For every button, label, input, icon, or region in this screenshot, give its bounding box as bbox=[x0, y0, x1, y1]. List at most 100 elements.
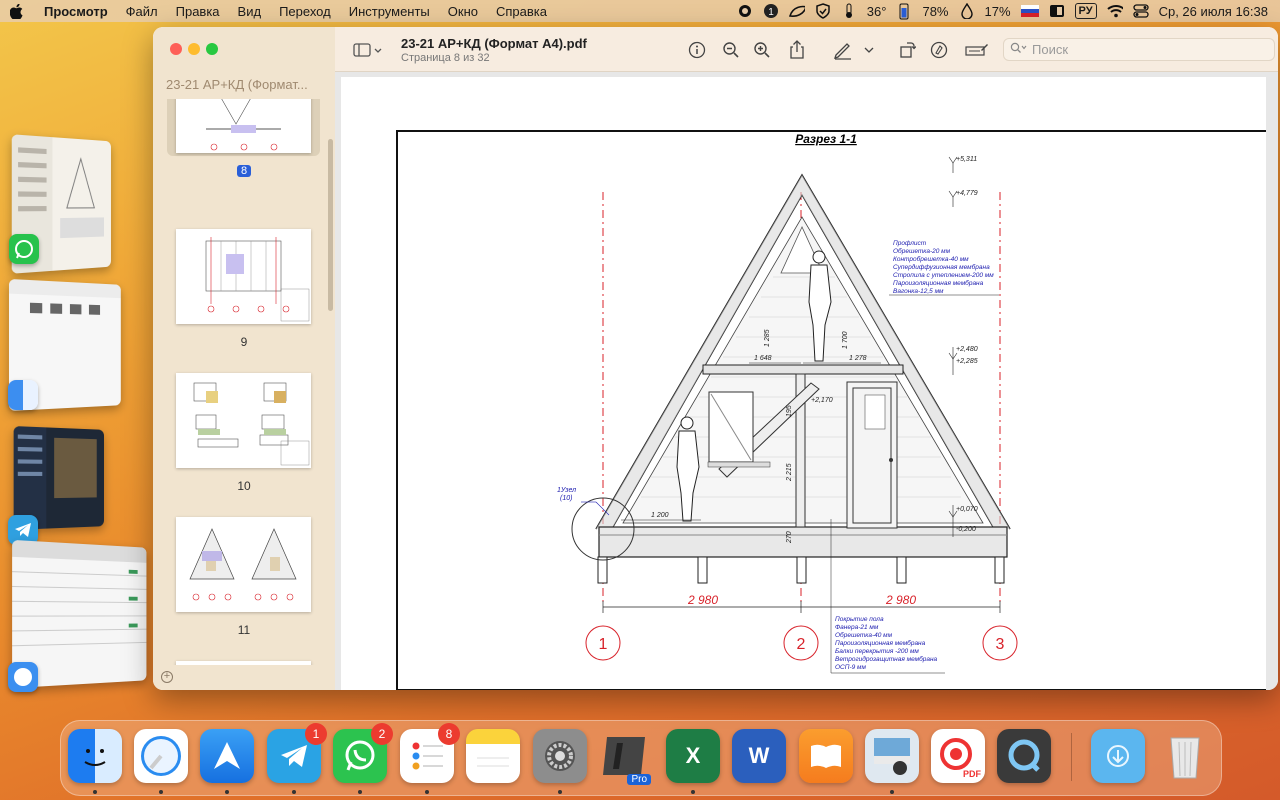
dock-books-icon[interactable] bbox=[799, 729, 853, 783]
search-field[interactable]: Поиск bbox=[1003, 38, 1275, 61]
close-button[interactable] bbox=[170, 43, 182, 55]
search-icon bbox=[1010, 42, 1028, 57]
record-icon[interactable] bbox=[737, 3, 753, 19]
menu-go[interactable]: Переход bbox=[279, 4, 331, 19]
whatsapp-badge: 2 bbox=[371, 723, 393, 745]
wifi-icon[interactable] bbox=[1106, 3, 1123, 19]
shield-icon[interactable] bbox=[815, 3, 831, 19]
drawing-title: Разрез 1-1 bbox=[795, 132, 857, 146]
level-2285: +2,285 bbox=[956, 358, 978, 365]
zoom-out-icon[interactable] bbox=[721, 40, 741, 60]
dock-safari-icon[interactable] bbox=[134, 729, 188, 783]
info-icon[interactable] bbox=[687, 40, 707, 60]
svg-text:Пароизоляционная мембрана: Пароизоляционная мембрана bbox=[893, 279, 984, 287]
markup-pen-icon[interactable] bbox=[833, 40, 853, 60]
stage-finder-icon[interactable] bbox=[8, 380, 38, 410]
humidity-text: 17% bbox=[984, 3, 1011, 19]
level-0200: -0,200 bbox=[956, 526, 976, 533]
share-icon[interactable] bbox=[787, 40, 807, 60]
dock-excel-icon[interactable]: X bbox=[666, 729, 720, 783]
thumbnail-page-10[interactable] bbox=[176, 373, 311, 468]
window-tiling-icon[interactable] bbox=[1049, 3, 1065, 19]
menu-tools[interactable]: Инструменты bbox=[349, 4, 430, 19]
svg-text:Контробрешетка-40 мм: Контробрешетка-40 мм bbox=[893, 255, 969, 263]
dock-pdf-expert-icon[interactable]: PDF bbox=[931, 729, 985, 783]
control-center-icon[interactable] bbox=[1132, 3, 1149, 19]
sidebar-toggle-icon[interactable] bbox=[353, 40, 383, 60]
thumbnail-list[interactable]: 8 9 10 11 bbox=[153, 99, 335, 665]
battery-icon[interactable] bbox=[896, 3, 912, 20]
dock-telegram-icon[interactable]: 1 bbox=[267, 723, 327, 783]
dock-quicktime-icon[interactable] bbox=[997, 729, 1051, 783]
dock-parallels-icon[interactable]: Pro bbox=[599, 729, 653, 785]
thumbnail-page-12[interactable] bbox=[176, 661, 311, 665]
preview-window: 23-21 АР+КД (Формат... 8 9 10 11 + 23-21… bbox=[153, 27, 1278, 690]
sidebar-title: 23-21 АР+КД (Формат... bbox=[166, 77, 308, 92]
svg-text:ОСП-9 мм: ОСП-9 мм bbox=[835, 664, 867, 671]
dock-reminders-icon[interactable]: 8 bbox=[400, 723, 460, 783]
thumbnail-page-8[interactable] bbox=[176, 99, 311, 153]
humidity-icon bbox=[959, 3, 975, 19]
dock-system-settings-icon[interactable] bbox=[533, 729, 587, 783]
menu-view[interactable]: Вид bbox=[238, 4, 262, 19]
stage-safari-icon[interactable] bbox=[8, 662, 38, 692]
dim-1700: 1 700 bbox=[842, 331, 849, 349]
svg-text:Стропила с утеплением-200 мм: Стропила с утеплением-200 мм bbox=[893, 272, 994, 279]
menu-window[interactable]: Окно bbox=[448, 4, 478, 19]
input-source-indicator[interactable]: РУ bbox=[1074, 3, 1097, 19]
toolbar: 23-21 АР+КД (Формат А4).pdf Страница 8 и… bbox=[335, 27, 1278, 72]
leaf-icon[interactable] bbox=[788, 3, 805, 19]
clock-text[interactable]: Ср, 26 июля 16:38 bbox=[1159, 4, 1268, 19]
dock-word-icon[interactable]: W bbox=[732, 729, 786, 783]
dock-preview-icon[interactable] bbox=[865, 729, 919, 783]
menu-file[interactable]: Файл bbox=[126, 4, 158, 19]
axis-2: 2 bbox=[797, 636, 806, 653]
apple-menu-icon[interactable] bbox=[10, 3, 24, 19]
svg-text:Пароизоляционная мембрана: Пароизоляционная мембрана bbox=[835, 639, 926, 647]
dim-195: 195 bbox=[786, 405, 793, 417]
dock-trash-icon[interactable] bbox=[1158, 729, 1212, 783]
annotate-icon[interactable] bbox=[929, 40, 949, 60]
svg-text:Супердиффузионная мембрана: Супердиффузионная мембрана bbox=[893, 263, 990, 271]
dim-span-2: 2 980 bbox=[885, 593, 916, 607]
dock-running-indicator bbox=[890, 790, 894, 794]
temperature-text: 36° bbox=[866, 3, 887, 19]
russian-flag-icon[interactable] bbox=[1020, 5, 1039, 17]
document-title: 23-21 АР+КД (Формат А4).pdf bbox=[401, 36, 587, 51]
dock-whatsapp-icon[interactable]: 2 bbox=[333, 723, 393, 783]
form-fill-icon[interactable] bbox=[965, 40, 989, 60]
menu-bar: Просмотр Файл Правка Вид Переход Инструм… bbox=[0, 0, 1280, 22]
dock-running-indicator bbox=[558, 790, 562, 794]
markup-menu-chevron-icon[interactable] bbox=[863, 40, 875, 60]
menu-help[interactable]: Справка bbox=[496, 4, 547, 19]
svg-text:Профлист: Профлист bbox=[893, 240, 927, 247]
dim-1200: 1 200 bbox=[651, 512, 669, 519]
thumbnail-page-9[interactable] bbox=[176, 229, 311, 324]
minimize-button[interactable] bbox=[188, 43, 200, 55]
dock-downloads-icon[interactable] bbox=[1091, 729, 1145, 783]
sidebar-scrollbar[interactable] bbox=[328, 139, 333, 311]
dim-2215: 2 215 bbox=[786, 463, 793, 482]
dim-270: 270 bbox=[786, 531, 793, 544]
notification-badge-icon[interactable]: 1 bbox=[763, 3, 779, 19]
dock-spark-icon[interactable] bbox=[200, 729, 254, 783]
zoom-button[interactable] bbox=[206, 43, 218, 55]
thumbnail-label-9: 9 bbox=[240, 335, 248, 349]
zoom-in-icon[interactable] bbox=[752, 40, 772, 60]
dim-span-1: 2 980 bbox=[687, 593, 718, 607]
axis-3: 3 bbox=[996, 636, 1005, 653]
dim-1285: 1 285 bbox=[764, 329, 771, 347]
rotate-icon[interactable] bbox=[897, 40, 917, 60]
dock-notes-icon[interactable] bbox=[466, 729, 520, 783]
thumbnail-label-8: 8 bbox=[153, 163, 335, 177]
level-2480: +2,480 bbox=[956, 346, 978, 353]
thumbnail-page-11[interactable] bbox=[176, 517, 311, 612]
menu-app-name[interactable]: Просмотр bbox=[44, 4, 108, 19]
menu-edit[interactable]: Правка bbox=[176, 4, 220, 19]
svg-text:1: 1 bbox=[768, 7, 774, 18]
svg-text:Вагонка-12,5 мм: Вагонка-12,5 мм bbox=[893, 288, 944, 295]
document-area[interactable]: Разрез 1-1 1Узел (10) 2 980 2 980 1 2 3 … bbox=[335, 72, 1278, 690]
stage-whatsapp-icon[interactable] bbox=[9, 234, 39, 264]
dock-finder-icon[interactable] bbox=[68, 729, 122, 783]
add-page-button[interactable]: + bbox=[161, 671, 173, 683]
